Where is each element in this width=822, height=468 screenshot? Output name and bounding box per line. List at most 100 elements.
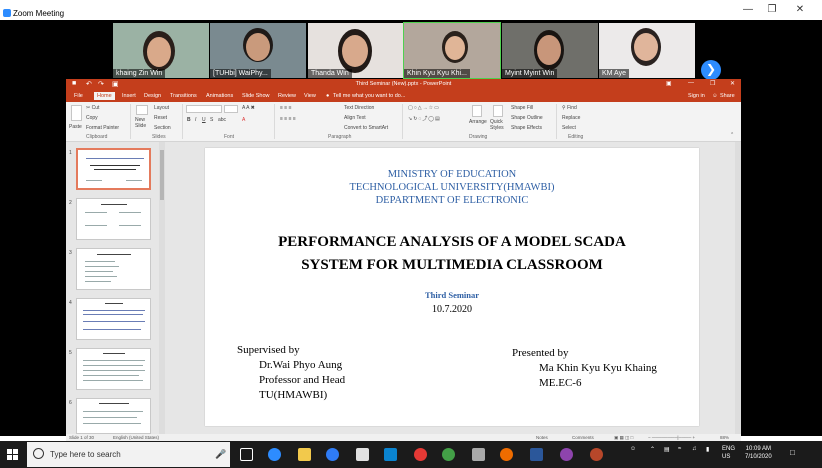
minimize-button[interactable]: — [736, 4, 760, 15]
quick-styles-icon[interactable] [493, 105, 503, 117]
sign-in-link[interactable]: Sign in [688, 93, 705, 99]
participant-tile[interactable]: Myint Myint Win [502, 23, 598, 78]
tab-transitions[interactable]: Transitions [170, 93, 197, 99]
battery-icon[interactable]: ▮ [706, 446, 709, 453]
slide-scrollbar[interactable] [735, 142, 741, 434]
notifications-icon[interactable]: □ [790, 448, 795, 457]
shapes-gallery[interactable]: ▢○△→☆▭ [408, 105, 440, 111]
share-button[interactable]: Share [720, 93, 735, 99]
zoom-app-icon[interactable] [268, 448, 281, 461]
slide-thumbnail[interactable] [76, 348, 151, 390]
select-button[interactable]: Select [562, 125, 576, 131]
section-button[interactable]: Section [154, 125, 171, 131]
paste-icon[interactable] [71, 105, 82, 121]
opera-icon[interactable] [414, 448, 427, 461]
participant-tile[interactable]: Thanda Win [308, 23, 404, 78]
shape-fill-button[interactable]: Shape Fill [511, 105, 533, 111]
show-hidden-icons[interactable]: ⌃ [650, 446, 655, 453]
font-color-icon[interactable]: A [242, 117, 245, 123]
language-status[interactable]: English (United States) [113, 435, 159, 440]
tell-me-search[interactable]: Tell me what you want to do... [333, 93, 405, 99]
underline-icon[interactable]: U [202, 117, 206, 123]
find-button[interactable]: ⚲ Find [562, 105, 577, 111]
search-input[interactable]: Type here to search [50, 450, 121, 459]
arrange-icon[interactable] [472, 105, 482, 117]
ppt-minimize-button[interactable]: — [688, 80, 694, 86]
scrollbar-thumb[interactable] [160, 150, 164, 200]
current-slide[interactable]: MINISTRY OF EDUCATION TECHNOLOGICAL UNIV… [205, 148, 699, 426]
task-view-icon[interactable] [240, 448, 253, 461]
app-icon[interactable] [472, 448, 485, 461]
layout-button[interactable]: Layout [154, 105, 169, 111]
copy-button[interactable]: Copy [86, 115, 98, 121]
align-text-button[interactable]: Align Text [344, 115, 366, 121]
italic-icon[interactable]: I [195, 117, 196, 123]
font-size-icons[interactable]: A A ✖ [242, 105, 255, 111]
ppt-close-button[interactable]: ✕ [730, 80, 735, 87]
participant-tile[interactable]: KM Aye [599, 23, 695, 78]
mail-icon[interactable] [384, 448, 397, 461]
slide-thumbnail[interactable] [76, 398, 151, 434]
slide-thumbnail[interactable] [76, 248, 151, 290]
slide-thumbnail[interactable] [76, 198, 151, 240]
participant-tile[interactable]: khaing Zin Win [113, 23, 209, 78]
bullets-icon[interactable]: ≡ ≡ ≡ [280, 105, 292, 111]
participant-tile-active-speaker[interactable]: Khin Kyu Kyu Khi... [403, 22, 501, 79]
input-language[interactable]: ENG US [722, 445, 735, 461]
reset-button[interactable]: Reset [154, 115, 167, 121]
quick-styles-button[interactable]: Quick Styles [490, 119, 506, 131]
people-icon[interactable]: ☺ [630, 446, 636, 452]
tab-review[interactable]: Review [278, 93, 296, 99]
tab-insert[interactable]: Insert [122, 93, 136, 99]
shapes-gallery-row[interactable]: ↘↻◌⤴◯▤ [408, 115, 441, 122]
close-button[interactable]: ✕ [788, 4, 812, 15]
microphone-icon[interactable]: 🎤 [215, 449, 226, 460]
new-slide-button[interactable]: New Slide [135, 117, 149, 129]
windows-start-icon[interactable] [7, 449, 18, 460]
edge-icon[interactable] [326, 448, 339, 461]
slide-thumbnail-selected[interactable] [76, 148, 151, 190]
paste-button[interactable]: Paste [69, 124, 82, 130]
network-icon[interactable]: ▤ [664, 446, 670, 453]
ppt-restore-button[interactable]: ❐ [710, 80, 715, 87]
clock[interactable]: 10:09 AM 7/10/2020 [745, 445, 772, 461]
firefox-icon[interactable] [500, 448, 513, 461]
slide-thumbnail[interactable] [76, 298, 151, 340]
participant-tile[interactable]: [TUHbi] WaiPhy... [210, 23, 306, 78]
zoom-level[interactable]: 88% [720, 435, 729, 440]
tab-animations[interactable]: Animations [206, 93, 233, 99]
tab-home[interactable]: Home [94, 92, 115, 100]
app-icon[interactable] [560, 448, 573, 461]
file-explorer-icon[interactable] [298, 448, 311, 461]
wifi-icon[interactable]: ≈ [678, 446, 681, 452]
store-icon[interactable] [356, 448, 369, 461]
tab-design[interactable]: Design [144, 93, 161, 99]
cut-button[interactable]: ✂ Cut [86, 105, 99, 111]
zoom-slider[interactable]: − ────────|──── + [648, 435, 695, 440]
powerpoint-icon[interactable] [590, 448, 603, 461]
smartart-button[interactable]: Convert to SmartArt [344, 125, 388, 131]
thumbnail-scrollbar[interactable] [159, 142, 165, 434]
shape-effects-button[interactable]: Shape Effects [511, 125, 542, 131]
restore-button[interactable]: ❐ [760, 4, 784, 15]
font-family-select[interactable] [186, 105, 222, 113]
shape-outline-button[interactable]: Shape Outline [511, 115, 543, 121]
bold-icon[interactable]: B [187, 117, 191, 123]
ribbon-display-icon[interactable]: ▣ [666, 80, 672, 87]
tab-slide-show[interactable]: Slide Show [242, 93, 270, 99]
word-icon[interactable] [530, 448, 543, 461]
tab-view[interactable]: View [304, 93, 316, 99]
replace-button[interactable]: Replace [562, 115, 580, 121]
text-direction-button[interactable]: Text Direction [344, 105, 374, 111]
comments-button[interactable]: Comments [572, 435, 594, 440]
shadow-icon[interactable]: S [210, 117, 213, 123]
volume-icon[interactable]: ♫ [692, 446, 697, 452]
notes-button[interactable]: Notes [536, 435, 548, 440]
chrome-icon[interactable] [442, 448, 455, 461]
strikethrough-icon[interactable]: abc [218, 117, 226, 123]
new-slide-icon[interactable] [136, 105, 148, 115]
taskbar-search[interactable]: Type here to search 🎤 [27, 442, 230, 467]
arrange-button[interactable]: Arrange [469, 119, 487, 125]
font-size-select[interactable] [224, 105, 238, 113]
next-participants-button[interactable]: ❯ [701, 60, 721, 80]
